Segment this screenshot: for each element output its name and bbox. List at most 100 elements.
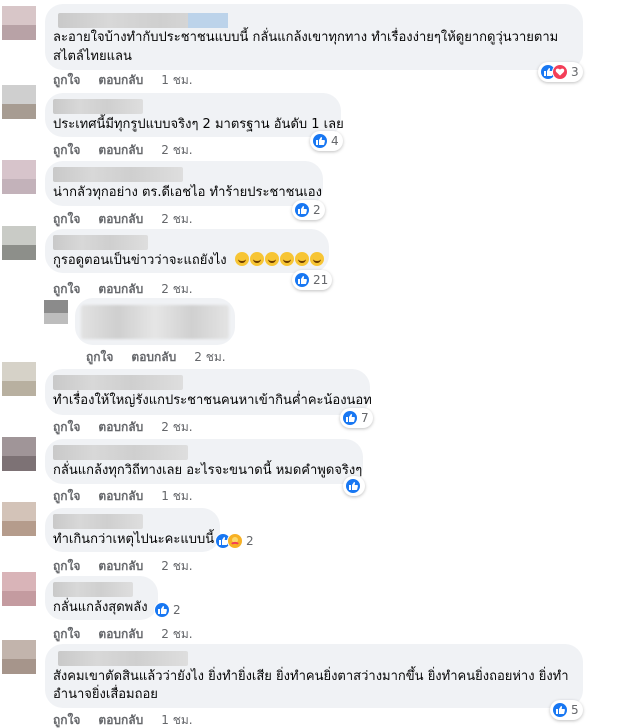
reply-button[interactable]: ตอบกลับ <box>98 489 143 503</box>
like-button[interactable]: ถูกใจ <box>53 489 80 503</box>
comment-text: ทำเรื่องให้ใหญ่รังแกประชาชนคนหาเข้ากินค่… <box>53 393 372 408</box>
avatar[interactable] <box>2 437 36 471</box>
reaction-summary[interactable]: 2 <box>213 531 258 551</box>
timestamp[interactable]: 2 ชม. <box>161 627 192 641</box>
like-button[interactable]: ถูกใจ <box>53 627 80 641</box>
comment-text: ประเทศนี้มีทุกรูปแบบจริงๆ 2 มาตรฐาน อันด… <box>53 117 344 132</box>
reply-button[interactable]: ตอบกลับ <box>98 420 143 434</box>
comment-actions: ถูกใจ ตอบกลับ 2 ชม. <box>53 210 211 229</box>
reaction-summary[interactable]: 4 <box>310 131 343 151</box>
avatar[interactable] <box>2 362 36 396</box>
timestamp[interactable]: 2 ชม. <box>194 350 225 364</box>
reaction-count: 2 <box>246 534 254 548</box>
blurred-author-name <box>53 445 188 460</box>
timestamp[interactable]: 1 ชม. <box>161 73 192 87</box>
like-button[interactable]: ถูกใจ <box>53 420 80 434</box>
comment-actions: ถูกใจ ตอบกลับ 2 ชม. <box>53 280 211 299</box>
comment-actions: ถูกใจ ตอบกลับ 1 ชม. <box>53 711 211 728</box>
comment-actions: ถูกใจ ตอบกลับ 2 ชม. <box>53 557 211 576</box>
comment-actions: ถูกใจ ตอบกลับ 2 ชม. <box>53 418 211 437</box>
reaction-count: 7 <box>361 411 369 425</box>
reaction-summary[interactable]: 7 <box>340 408 373 428</box>
comment-actions: ถูกใจ ตอบกลับ 1 ชม. <box>53 487 211 506</box>
blurred-author-name <box>58 13 228 28</box>
blurred-author-name <box>53 235 148 250</box>
reaction-count: 5 <box>571 703 579 717</box>
timestamp[interactable]: 2 ชม. <box>161 212 192 226</box>
timestamp[interactable]: 1 ชม. <box>161 713 192 727</box>
reaction-summary[interactable]: 3 <box>538 62 583 82</box>
reaction-summary[interactable]: 2 <box>292 200 325 220</box>
like-button[interactable]: ถูกใจ <box>86 350 113 364</box>
like-icon <box>312 133 328 149</box>
comment-text: กูรอดูตอนเป็นข่าวว่าจะแถยังไง <box>53 251 325 271</box>
like-button[interactable]: ถูกใจ <box>53 73 80 87</box>
comment-text-line-1: ละอายใจบ้างทำกับประชาชนแบบนี้ กลั่นแกล้ง… <box>53 30 559 45</box>
avatar[interactable] <box>2 226 36 260</box>
love-icon <box>552 64 568 80</box>
reply-button[interactable]: ตอบกลับ <box>98 73 143 87</box>
comment-text: กลั่นแกล้งทุกวิถีทางเลย อะไรจะขนาดนี้ หม… <box>53 463 363 478</box>
comment-actions: ถูกใจ ตอบกลับ 2 ชม. <box>53 625 211 644</box>
like-icon <box>345 478 361 494</box>
reaction-count: 21 <box>313 273 329 287</box>
comment-bubble: กูรอดูตอนเป็นข่าวว่าจะแถยังไง <box>45 229 329 273</box>
like-button[interactable]: ถูกใจ <box>53 559 80 573</box>
reaction-count: 2 <box>173 603 181 617</box>
avatar[interactable] <box>2 502 36 536</box>
laughing-emoji-icon <box>234 252 325 268</box>
comment-bubble: กลั่นแกล้งทุกวิถีทางเลย อะไรจะขนาดนี้ หม… <box>45 439 363 484</box>
avatar[interactable] <box>2 160 36 194</box>
comment-text-line-1: สังคมเขาตัดสินแล้วว่ายังไง ยิ่งทำยิ่งเสี… <box>53 669 569 684</box>
timestamp[interactable]: 2 ชม. <box>161 420 192 434</box>
comment-text-line-2: สไตล์ไทยแลน <box>53 49 132 64</box>
comment-text-content: กูรอดูตอนเป็นข่าวว่าจะแถยังไง <box>53 253 227 268</box>
like-button[interactable]: ถูกใจ <box>53 282 80 296</box>
like-icon <box>294 272 310 288</box>
avatar[interactable] <box>44 300 68 324</box>
reply-button[interactable]: ตอบกลับ <box>98 143 143 157</box>
like-button[interactable]: ถูกใจ <box>53 713 80 727</box>
blurred-author-name <box>53 514 143 529</box>
timestamp[interactable]: 1 ชม. <box>161 489 192 503</box>
reaction-count: 2 <box>313 203 321 217</box>
reply-button[interactable]: ตอบกลับ <box>98 282 143 296</box>
reaction-summary[interactable]: 2 <box>152 600 185 620</box>
comment-bubble: น่ากลัวทุกอย่าง ตร.ดีเอชไอ ทำร้ายประชาชน… <box>45 161 323 206</box>
comment-bubble: ทำเรื่องให้ใหญ่รังแกประชาชนคนหาเข้ากินค่… <box>45 369 372 415</box>
like-icon <box>552 702 568 718</box>
like-icon <box>342 410 358 426</box>
reply-button[interactable]: ตอบกลับ <box>98 212 143 226</box>
timestamp[interactable]: 2 ชม. <box>161 282 192 296</box>
comment-bubble: ทำเกินกว่าเหตุไปนะคะแบบนี้ <box>45 508 220 552</box>
reaction-summary[interactable]: 5 <box>550 700 583 720</box>
reaction-summary[interactable]: 21 <box>292 270 333 290</box>
comment-bubble: กลั่นแกล้งสุดพลัง <box>45 576 158 620</box>
reply-button[interactable]: ตอบกลับ <box>98 627 143 641</box>
comment-bubble: ละอายใจบ้างทำกับประชาชนแบบนี้ กลั่นแกล้ง… <box>45 4 583 70</box>
like-button[interactable]: ถูกใจ <box>53 143 80 157</box>
timestamp[interactable]: 2 ชม. <box>161 143 192 157</box>
like-icon <box>294 202 310 218</box>
like-button[interactable]: ถูกใจ <box>53 212 80 226</box>
reply-button[interactable]: ตอบกลับ <box>131 350 176 364</box>
avatar[interactable] <box>2 572 36 606</box>
comment-actions: ถูกใจ ตอบกลับ 2 ชม. <box>86 348 244 367</box>
comment-text: น่ากลัวทุกอย่าง ตร.ดีเอชไอ ทำร้ายประชาชน… <box>53 185 322 200</box>
comment-actions: ถูกใจ ตอบกลับ 2 ชม. <box>53 141 211 160</box>
avatar[interactable] <box>2 85 36 119</box>
blurred-author-name <box>53 99 143 114</box>
avatar[interactable] <box>2 6 36 40</box>
reply-button[interactable]: ตอบกลับ <box>98 713 143 727</box>
comment-bubble: สังคมเขาตัดสินแล้วว่ายังไง ยิ่งทำยิ่งเสี… <box>45 644 583 708</box>
reaction-summary[interactable] <box>343 476 365 496</box>
comment-bubble: ประเทศนี้มีทุกรูปแบบจริงๆ 2 มาตรฐาน อันด… <box>45 93 344 137</box>
reply-button[interactable]: ตอบกลับ <box>98 559 143 573</box>
blurred-author-name <box>53 167 183 182</box>
comment-actions: ถูกใจ ตอบกลับ 1 ชม. <box>53 71 211 90</box>
avatar[interactable] <box>2 640 36 674</box>
comment-text: ทำเกินกว่าเหตุไปนะคะแบบนี้ <box>53 532 215 547</box>
blurred-author-name <box>53 375 183 390</box>
comment-text-line-2: อำนาจยิ่งเสื่อมถอย <box>53 687 158 702</box>
timestamp[interactable]: 2 ชม. <box>161 559 192 573</box>
